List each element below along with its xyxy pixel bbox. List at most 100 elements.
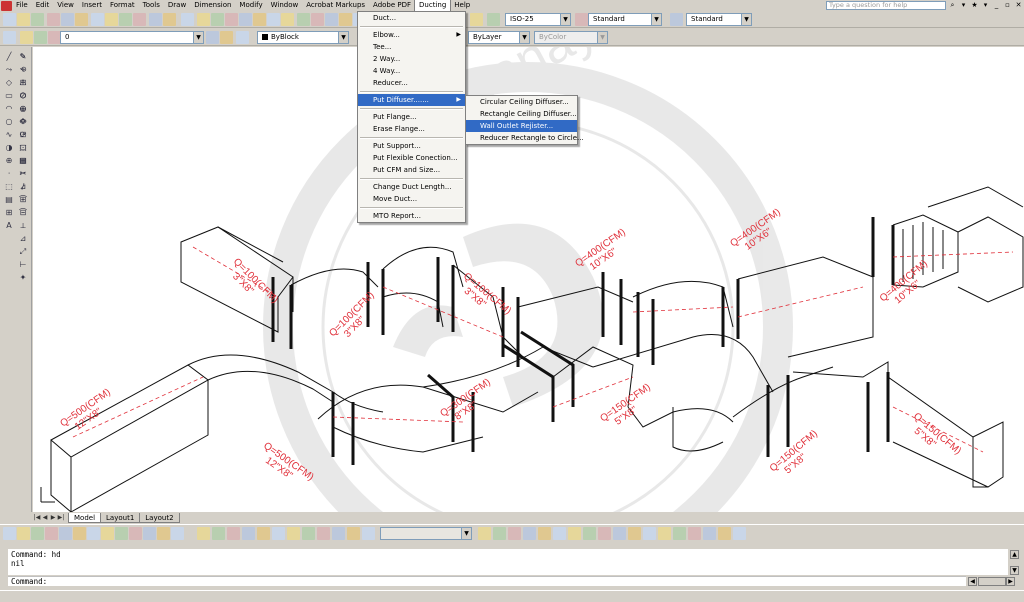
prev-tab-arrow-icon[interactable]: ◀ [41, 513, 49, 522]
ducting-menu-item[interactable]: MTO Report... [358, 210, 465, 222]
toolbar-tool-icon[interactable] [272, 527, 285, 540]
toolbar-tool-icon[interactable] [31, 13, 44, 26]
toolbar-tool-icon[interactable] [613, 527, 626, 540]
ducting-menu-item[interactable]: 2 Way... [358, 53, 465, 65]
modify-tool-icon[interactable]: ⊘ [17, 90, 29, 102]
modify-tool-icon[interactable]: ⊢ [17, 259, 29, 271]
color-select[interactable]: ByBlock ▼ [257, 31, 349, 44]
ducting-menu-item[interactable]: Tee... [358, 41, 465, 53]
toolbar-tool-icon[interactable] [73, 527, 86, 540]
toolbar-tool-icon[interactable] [17, 527, 30, 540]
modify-tool-icon[interactable]: ⟳ [17, 129, 29, 141]
toolbar-tool-icon[interactable] [287, 527, 300, 540]
draw-tool-icon[interactable]: ⤳ [3, 64, 15, 76]
ducting-menu-item[interactable]: Put Diffuser....... ▶ [358, 94, 465, 106]
toolbar-tool-icon[interactable] [220, 31, 233, 44]
menu-adobe-pdf[interactable]: Adobe PDF [369, 0, 415, 11]
toolbar-tool-icon[interactable] [508, 527, 521, 540]
diffuser-menu-item[interactable]: Wall Outlet Rejister... [466, 120, 577, 132]
textstyle-select[interactable]: Standard ▼ [588, 13, 662, 26]
modify-tool-icon[interactable]: ∕ [17, 181, 29, 193]
menu-draw[interactable]: Draw [164, 0, 190, 11]
modify-tool-icon[interactable]: ✎ [17, 51, 29, 63]
toolbar-tool-icon[interactable] [553, 527, 566, 540]
ducting-menu-item[interactable]: Put Flange... [358, 111, 465, 123]
dropdown-icon[interactable]: ▾ [959, 1, 968, 10]
ducting-menu-item[interactable]: Put Flexible Conection... [358, 152, 465, 164]
modify-tool-icon[interactable]: ⊕ [17, 103, 29, 115]
toolbar-tool-icon[interactable] [523, 527, 536, 540]
minimize-icon[interactable]: _ [992, 1, 1001, 10]
toolbar-tool-icon[interactable] [3, 31, 16, 44]
toolbar-tool-icon[interactable] [347, 527, 360, 540]
modify-tool-icon[interactable]: ⚠ [17, 77, 29, 89]
menu-edit[interactable]: Edit [32, 0, 54, 11]
toolbar-tool-icon[interactable] [643, 527, 656, 540]
toolbar-tool-icon[interactable] [211, 13, 224, 26]
menu-file[interactable]: File [12, 0, 32, 11]
layout-tab[interactable]: Layout1 [100, 512, 141, 523]
toolbar-tool-icon[interactable] [302, 527, 315, 540]
toolbar-tool-icon[interactable] [236, 31, 249, 44]
toolbar-tool-icon[interactable] [171, 527, 184, 540]
toolbar-tool-icon[interactable] [227, 527, 240, 540]
view-select[interactable]: ▼ [380, 527, 472, 540]
toolbar-tool-icon[interactable] [197, 13, 210, 26]
toolbar-tool-icon[interactable] [181, 13, 194, 26]
toolbar-tool-icon[interactable] [47, 13, 60, 26]
toolbar-tool-icon[interactable] [45, 527, 58, 540]
help-search-input[interactable]: Type a question for help [826, 1, 946, 10]
diffuser-menu-item[interactable]: Reducer Rectangle to Circle... [466, 132, 584, 144]
toolbar-tool-icon[interactable] [119, 13, 132, 26]
menu-dimension[interactable]: Dimension [190, 0, 235, 11]
scroll-up-icon[interactable]: ▲ [1010, 550, 1019, 559]
dimstyle-select[interactable]: ISO-25 ▼ [505, 13, 571, 26]
toolbar-tool-icon[interactable] [281, 13, 294, 26]
draw-tool-icon[interactable]: ╱ [3, 51, 15, 63]
toolbar-tool-icon[interactable] [317, 527, 330, 540]
draw-tool-icon[interactable]: ∿ [3, 129, 15, 141]
draw-tool-icon[interactable]: A [3, 220, 15, 232]
modify-tool-icon[interactable]: ✦ [17, 272, 29, 284]
toolbar-tool-icon[interactable] [538, 527, 551, 540]
menu-acrobat-markups[interactable]: Acrobat Markups [302, 0, 369, 11]
diffuser-menu-item[interactable]: Rectangle Ceiling Diffuser... [466, 108, 577, 120]
draw-tool-icon[interactable]: ○ [3, 116, 15, 128]
modify-tool-icon[interactable]: ⟲ [17, 64, 29, 76]
toolbar-tool-icon[interactable] [257, 527, 270, 540]
scroll-down-icon[interactable]: ▼ [1010, 566, 1019, 575]
toolbar-tool-icon[interactable] [242, 527, 255, 540]
modify-tool-icon[interactable]: ⊞ [17, 194, 29, 206]
toolbar-tool-icon[interactable] [311, 13, 324, 26]
toolbar-tool-icon[interactable] [61, 13, 74, 26]
toolbar-tool-icon[interactable] [267, 13, 280, 26]
toolbar-tool-icon[interactable] [197, 527, 210, 540]
toolbar-tool-icon[interactable] [325, 13, 338, 26]
next-tab-arrow-icon[interactable]: ▶ [49, 513, 57, 522]
command-input[interactable]: Command: [8, 576, 966, 586]
diffuser-menu-item[interactable]: Circular Ceiling Diffuser... [466, 96, 577, 108]
toolbar-tool-icon[interactable] [115, 527, 128, 540]
toolbar-tool-icon[interactable] [733, 527, 746, 540]
toolbar-tool-icon[interactable] [487, 13, 500, 26]
toolbar-tool-icon[interactable] [87, 527, 100, 540]
first-tab-arrow-icon[interactable]: |◀ [33, 513, 41, 522]
menu-window[interactable]: Window [267, 0, 303, 11]
toolbar-tool-icon[interactable] [212, 527, 225, 540]
draw-tool-icon[interactable]: ◇ [3, 77, 15, 89]
draw-tool-icon[interactable]: ⋅ [3, 168, 15, 180]
toolbar-tool-icon[interactable] [718, 527, 731, 540]
toolbar-tool-icon[interactable] [253, 13, 266, 26]
toolbar-tool-icon[interactable] [703, 527, 716, 540]
toolbar-tool-icon[interactable] [673, 527, 686, 540]
layout-tab[interactable]: Model [68, 512, 102, 523]
ducting-menu-item[interactable]: Elbow... ▶ [358, 29, 465, 41]
toolbar-tool-icon[interactable] [101, 527, 114, 540]
toolbar-tool-icon[interactable] [478, 527, 491, 540]
draw-tool-icon[interactable]: ⊞ [3, 207, 15, 219]
linetype-select[interactable]: ByLayer ▼ [468, 31, 530, 44]
ducting-menu-item[interactable]: Change Duct Length... [358, 181, 465, 193]
modify-tool-icon[interactable]: ⤢ [17, 246, 29, 258]
horizontal-scrollbar[interactable] [978, 577, 1006, 586]
toolbar-tool-icon[interactable] [493, 527, 506, 540]
